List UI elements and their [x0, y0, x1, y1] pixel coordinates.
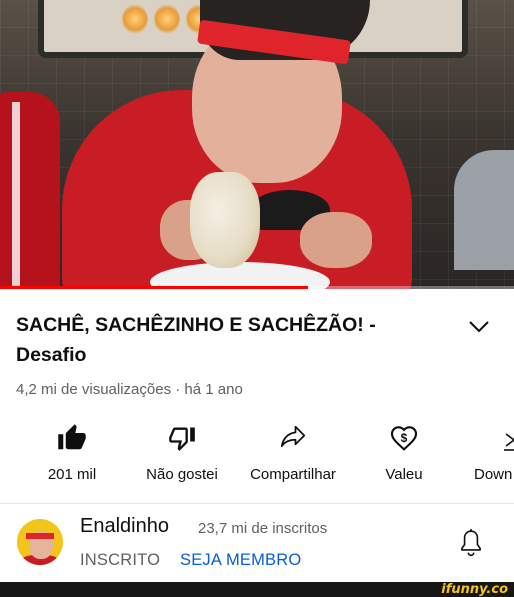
bell-icon[interactable] — [458, 528, 484, 558]
share-button[interactable]: Compartilhar — [240, 420, 346, 483]
share-arrow-icon — [280, 425, 306, 447]
avatar-headband — [26, 533, 54, 539]
subscriber-count: 23,7 mi de inscritos — [198, 520, 328, 537]
background-person-right — [454, 150, 514, 270]
heart-dollar-icon: $ — [390, 426, 418, 451]
chevron-down-icon[interactable] — [468, 320, 490, 334]
download-button[interactable]: Down — [470, 420, 514, 483]
subscribed-button[interactable]: INSCRITO — [80, 551, 160, 570]
dislike-label: Não gostei — [146, 466, 218, 483]
watermark-bar: ifunny.co — [0, 582, 514, 597]
video-metadata: 4,2 mi de visualizações · há 1 ano — [16, 381, 243, 398]
ifunny-watermark: ifunny.co — [441, 582, 508, 597]
valeu-button[interactable]: $ Valeu — [372, 420, 436, 483]
video-progress-bar[interactable] — [0, 286, 514, 289]
sachet-food — [190, 172, 260, 268]
like-button[interactable]: 201 mil — [42, 420, 102, 483]
background-person-left — [0, 92, 60, 289]
video-progress-fill — [0, 286, 309, 289]
download-icon — [504, 433, 514, 451]
lamp — [122, 4, 148, 34]
video-player[interactable] — [0, 0, 514, 289]
lamp — [154, 4, 180, 34]
right-hand — [300, 212, 372, 268]
valeu-label: Valeu — [385, 466, 423, 483]
dislike-button[interactable]: Não gostei — [136, 420, 228, 483]
svg-text:$: $ — [401, 431, 408, 445]
divider — [0, 503, 514, 504]
action-bar: 201 mil Não gostei Compartilhar $ Valeu — [0, 420, 514, 490]
video-title: SACHÊ, SACHÊZINHO E SACHÊZÃO! - Desafio — [16, 314, 376, 366]
channel-avatar[interactable] — [17, 519, 63, 565]
channel-name[interactable]: Enaldinho — [80, 515, 169, 538]
thumbs-up-filled-icon — [58, 424, 86, 450]
join-membership-button[interactable]: SEJA MEMBRO — [180, 551, 301, 570]
video-title-row[interactable]: SACHÊ, SACHÊZINHO E SACHÊZÃO! - Desafio — [16, 310, 506, 370]
like-count: 201 mil — [47, 466, 97, 483]
share-label: Compartilhar — [250, 466, 336, 483]
download-label: Down — [474, 466, 513, 483]
thumbs-down-icon — [169, 427, 195, 451]
